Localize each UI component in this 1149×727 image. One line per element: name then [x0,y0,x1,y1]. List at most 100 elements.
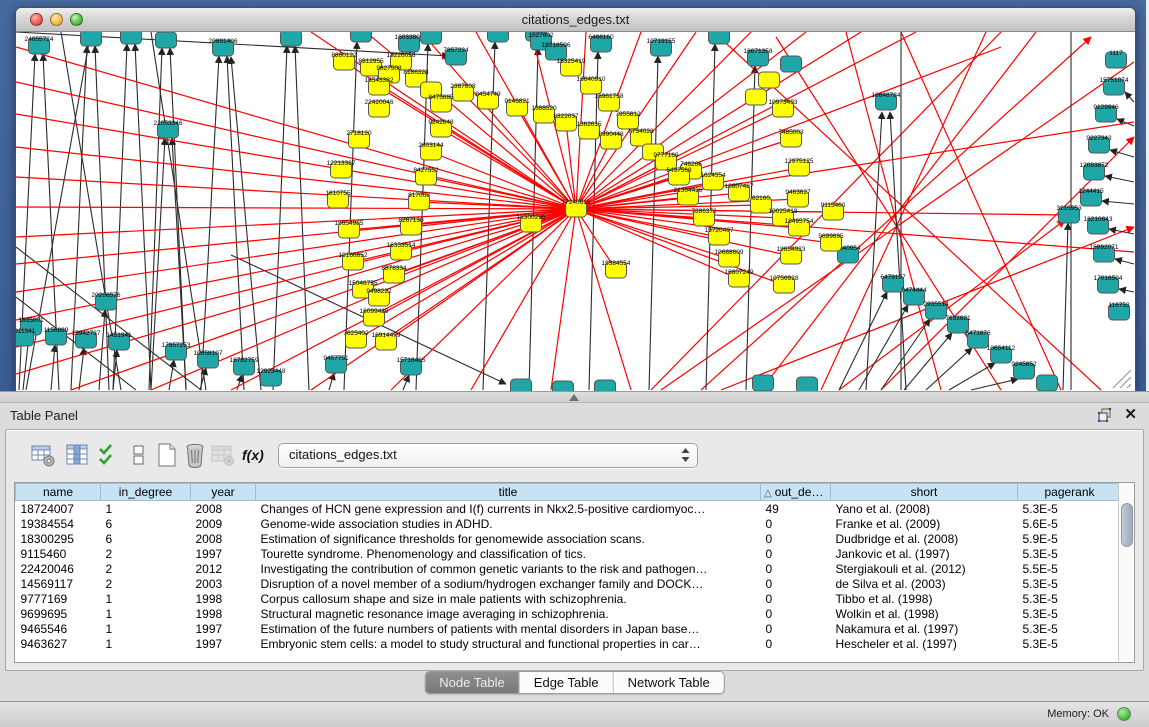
network-edge[interactable] [1102,201,1134,204]
show-columns-icon[interactable] [64,442,90,468]
table-row[interactable]: 977716911998Corpus callosum shape and si… [16,591,1122,606]
network-edge[interactable] [926,348,972,390]
network-edge[interactable] [151,32,206,390]
network-edge[interactable] [151,138,165,390]
table-cell: 1998 [191,591,256,606]
network-edge[interactable] [16,207,576,209]
network-edge[interactable] [295,46,309,390]
splitter-collapse-arrow-icon[interactable] [569,394,579,401]
network-edge[interactable] [169,360,174,390]
network-edge[interactable] [576,209,631,390]
network-canvas[interactable]: 2405572420891406160338091065325778572248… [16,32,1135,391]
network-edge[interactable] [1063,223,1068,390]
window-resize-grip[interactable] [1113,370,1131,388]
network-node[interactable] [281,32,302,46]
network-edge[interactable] [1105,176,1134,182]
column-header[interactable]: short [831,484,1018,501]
table-cell: Tourette syndrome. Phenomenology and cla… [256,546,761,561]
network-edge[interactable] [1115,259,1134,264]
network-edge[interactable] [661,62,1134,390]
table-row[interactable]: 946554611997Estimation of the future num… [16,621,1122,636]
network-edge[interactable] [746,66,755,390]
network-node-label: 15751074 [1100,77,1129,84]
network-graph[interactable]: 2405572420891406160338091065325778572248… [16,32,1135,391]
zoom-window-button[interactable] [70,13,83,26]
network-node[interactable] [746,89,767,105]
network-node[interactable] [421,32,442,44]
select-checks-icon[interactable] [96,442,122,468]
close-window-button[interactable] [30,13,43,26]
network-edge[interactable] [16,209,576,292]
network-node[interactable] [553,381,574,391]
table-row[interactable]: 1938455462009Genome-wide association stu… [16,516,1122,531]
network-edge[interactable] [551,209,576,390]
network-edge[interactable] [16,177,576,209]
column-header[interactable]: △out_de… [761,484,831,501]
network-edge[interactable] [1110,150,1134,157]
network-node[interactable] [81,32,102,46]
table-cell: 0 [761,546,831,561]
column-header[interactable]: title [256,484,761,501]
attribute-table[interactable]: namein_degreeyeartitle△out_de…shortpager… [15,483,1122,651]
table-row[interactable]: 2242004622012Investigating the contribut… [16,561,1122,576]
network-edge[interactable] [821,32,986,390]
column-header[interactable]: in_degree [101,484,191,501]
column-header[interactable]: name [16,484,101,501]
network-node[interactable] [709,32,730,44]
network-node[interactable] [797,377,818,391]
table-selector-dropdown[interactable]: citations_edges.txt [278,443,698,468]
network-node[interactable] [753,375,774,391]
table-row[interactable]: 1830029562008Estimation of significance … [16,531,1122,546]
minimize-window-button[interactable] [50,13,63,26]
network-node[interactable] [759,72,780,88]
delete-column-trash-icon[interactable] [182,442,208,468]
network-node[interactable] [156,32,177,48]
tab-edge-table[interactable]: Edge Table [520,672,614,693]
network-edge[interactable] [589,52,598,390]
network-node[interactable] [781,56,802,72]
network-node[interactable] [351,32,372,42]
table-row[interactable]: 969969511998Structural magnetic resonanc… [16,606,1122,621]
float-panel-icon[interactable] [1097,407,1113,423]
network-edge[interactable] [273,46,287,390]
network-edge[interactable] [1125,92,1134,102]
table-row[interactable]: 1872400712008Changes of HCN gene express… [16,501,1122,517]
network-edge[interactable] [51,345,55,390]
table-row[interactable]: 911546021997Tourette syndrome. Phenomeno… [16,546,1122,561]
horizontal-splitter[interactable] [0,391,1149,403]
network-edge[interactable] [576,32,806,209]
new-column-icon[interactable] [154,442,180,468]
table-vertical-scrollbar[interactable] [1118,483,1134,662]
function-builder-icon[interactable]: f(x) [242,442,268,468]
network-edge[interactable] [1109,229,1134,234]
network-edge[interactable] [237,375,242,390]
network-node[interactable] [511,379,532,391]
network-node[interactable] [1037,375,1058,391]
tab-node-table[interactable]: Node Table [425,672,520,693]
table-row[interactable]: 1456911722003Disruption of a novel membe… [16,576,1122,591]
network-edge[interactable] [1119,289,1134,292]
network-node-label: 16807249 [725,269,754,276]
network-node[interactable] [121,32,142,44]
table-options-icon[interactable] [30,442,56,468]
row-mode-icon[interactable] [126,442,152,468]
network-node[interactable] [595,380,616,391]
network-node-label: 7632621 [945,315,971,322]
window-titlebar[interactable]: citations_edges.txt [16,8,1135,32]
scrollbar-thumb[interactable] [1121,503,1133,547]
table-row[interactable]: 946362711997Embryonic stem cells: a mode… [16,636,1122,651]
network-node-label: 10958107 [194,350,223,357]
table-header-row[interactable]: namein_degreeyeartitle△out_de…shortpager… [16,484,1122,501]
table-cell: Stergiakouli et al. (2012) [831,561,1018,576]
network-edge[interactable] [16,209,576,237]
network-edge[interactable] [16,209,576,347]
network-node[interactable] [488,32,509,42]
column-header[interactable]: year [191,484,256,501]
network-edge[interactable] [566,123,576,209]
tab-network-table[interactable]: Network Table [614,672,724,693]
column-header[interactable]: pagerank [1018,484,1122,501]
network-window[interactable]: citations_edges.txt 24055724208914061603… [15,7,1136,392]
close-panel-icon[interactable]: ✕ [1124,405,1137,423]
memory-ok-indicator-icon[interactable] [1117,707,1131,721]
network-edge[interactable] [846,32,941,390]
